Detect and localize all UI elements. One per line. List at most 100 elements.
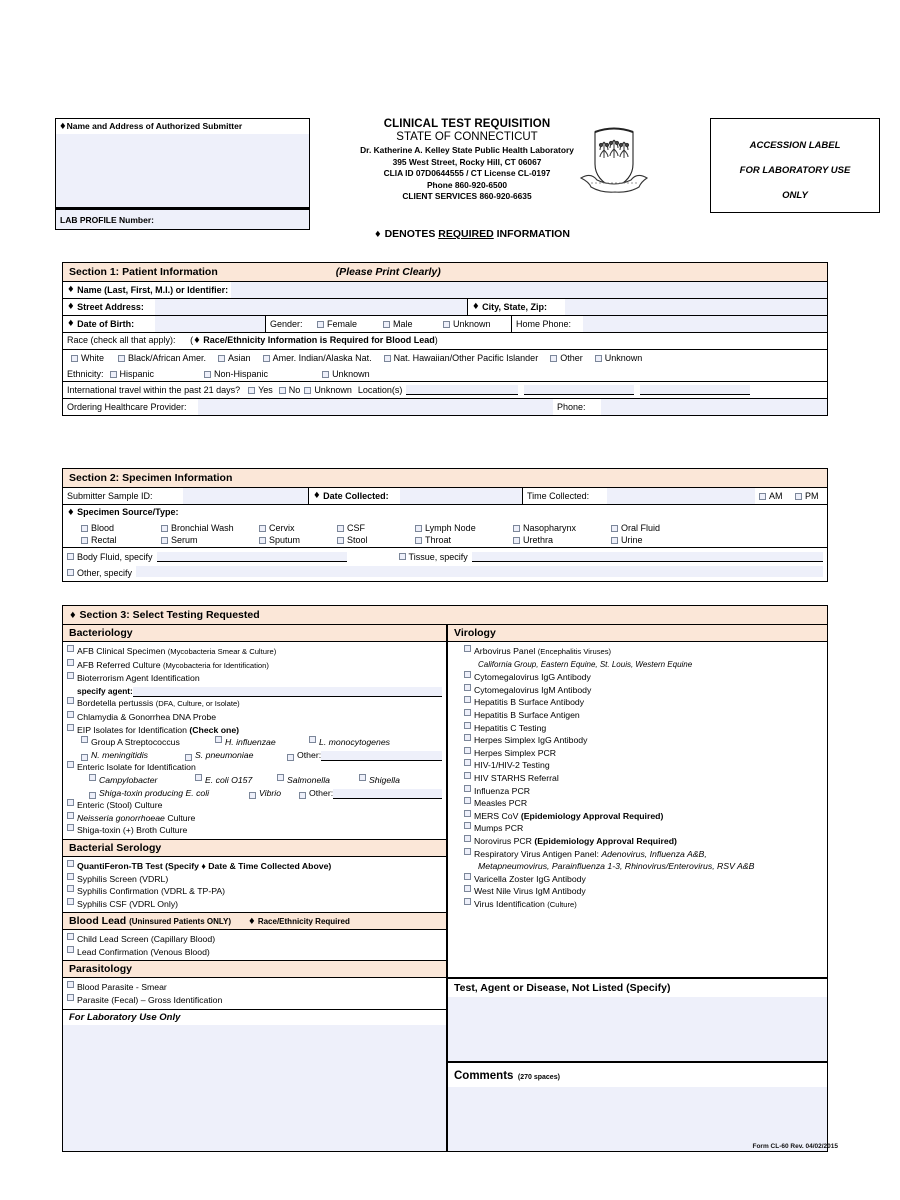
test-syphilis-csf[interactable]: Syphilis CSF (VDRL Only) — [67, 897, 442, 911]
test-syphilis-screen[interactable]: Syphilis Screen (VDRL) — [67, 872, 442, 886]
location-input-3[interactable] — [640, 385, 751, 395]
checkbox-icon[interactable] — [795, 492, 802, 500]
ethnicity-option-non-hispanic[interactable]: Non-Hispanic — [204, 369, 322, 379]
test-hsv-pcr[interactable]: Herpes Simplex PCR — [464, 746, 823, 760]
specimen-nasopharynx[interactable]: Nasopharynx — [513, 523, 611, 533]
street-address-input[interactable] — [155, 299, 467, 315]
checkbox-icon[interactable] — [67, 672, 74, 680]
checkbox-icon[interactable] — [161, 524, 168, 532]
specimen-csf[interactable]: CSF — [337, 523, 415, 533]
checkbox-icon[interactable] — [67, 859, 74, 867]
checkbox-icon[interactable] — [464, 708, 471, 716]
test-chlamydia-gonorrhea-dna-probe[interactable]: Chlamydia & Gonorrhea DNA Probe — [67, 710, 442, 724]
checkbox-icon[interactable] — [67, 897, 74, 905]
test-measles-pcr[interactable]: Measles PCR — [464, 797, 823, 810]
checkbox-icon[interactable] — [299, 792, 306, 800]
checkbox-icon[interactable] — [67, 697, 74, 705]
test-parasite-fecal-gross-id[interactable]: Parasite (Fecal) – Gross Identification — [67, 994, 442, 1007]
specimen-bronchial-wash[interactable]: Bronchial Wash — [161, 523, 259, 533]
checkbox-icon[interactable] — [513, 536, 520, 544]
checkbox-icon[interactable] — [550, 354, 558, 362]
checkbox-icon[interactable] — [464, 645, 471, 652]
other-specify-option[interactable]: Other, specify — [67, 566, 132, 579]
checkbox-icon[interactable] — [464, 683, 471, 691]
checkbox-icon[interactable] — [67, 981, 74, 989]
test-syphilis-confirmation[interactable]: Syphilis Confirmation (VDRL & TP-PA) — [67, 885, 442, 898]
not-listed-input[interactable] — [448, 997, 827, 1062]
test-afb-referred-culture[interactable]: AFB Referred Culture (Mycobacteria for I… — [67, 658, 442, 673]
checkbox-icon[interactable] — [322, 370, 330, 378]
test-hiv-starhs-referral[interactable]: HIV STARHS Referral — [464, 771, 823, 785]
specimen-sputum[interactable]: Sputum — [259, 535, 337, 545]
time-am-option[interactable]: AM — [755, 488, 791, 504]
checkbox-icon[interactable] — [464, 771, 471, 779]
checkbox-icon[interactable] — [443, 320, 450, 328]
ethnicity-option-unknown[interactable]: Unknown — [322, 369, 370, 379]
test-eip-isolates[interactable]: EIP Isolates for Identification (Check o… — [67, 723, 442, 737]
checkbox-icon[interactable] — [309, 736, 316, 744]
checkbox-icon[interactable] — [89, 792, 96, 800]
checkbox-icon[interactable] — [81, 524, 88, 532]
travel-option-unknown[interactable]: Unknown — [304, 385, 358, 395]
test-varicella-zoster-igg[interactable]: Varicella Zoster IgG Antibody — [464, 872, 823, 886]
checkbox-icon[interactable] — [67, 645, 74, 652]
specimen-lymph-node[interactable]: Lymph Node — [415, 523, 513, 533]
checkbox-icon[interactable] — [383, 320, 390, 328]
gender-option-male[interactable]: Male — [379, 316, 439, 332]
checkbox-icon[interactable] — [67, 945, 74, 953]
enteric-campylobacter[interactable]: Campylobacter — [99, 774, 195, 787]
test-quantiferon-tb[interactable]: QuantiFeron-TB Test (Specify ♦ Date & Ti… — [67, 859, 442, 873]
checkbox-icon[interactable] — [287, 754, 294, 762]
comments-input[interactable] — [448, 1087, 827, 1151]
checkbox-icon[interactable] — [415, 536, 422, 544]
checkbox-icon[interactable] — [81, 754, 88, 762]
specimen-urine[interactable]: Urine — [611, 535, 643, 545]
checkbox-icon[interactable] — [759, 492, 766, 500]
checkbox-icon[interactable] — [81, 736, 88, 744]
checkbox-icon[interactable] — [464, 872, 471, 880]
eip-group-a-strep[interactable]: Group A Streptococcus — [91, 736, 215, 749]
test-enteric-stool-culture[interactable]: Enteric (Stool) Culture — [67, 799, 442, 812]
test-lead-confirmation[interactable]: Lead Confirmation (Venous Blood) — [67, 945, 442, 959]
race-option-other[interactable]: Other — [550, 353, 595, 363]
travel-option-yes[interactable]: Yes — [248, 385, 279, 395]
checkbox-icon[interactable] — [337, 524, 344, 532]
specimen-cervix[interactable]: Cervix — [259, 523, 337, 533]
specimen-blood[interactable]: Blood — [81, 523, 161, 533]
submitter-name-address-field[interactable]: ♦Name and Address of Authorized Submitte… — [55, 118, 310, 208]
body-fluid-option[interactable]: Body Fluid, specify — [67, 552, 153, 562]
checkbox-icon[interactable] — [259, 536, 266, 544]
checkbox-icon[interactable] — [67, 658, 74, 666]
test-west-nile-igm[interactable]: West Nile Virus IgM Antibody — [464, 885, 823, 898]
city-state-zip-input[interactable] — [565, 299, 827, 315]
test-child-lead-screen[interactable]: Child Lead Screen (Capillary Blood) — [67, 933, 442, 946]
checkbox-icon[interactable] — [67, 885, 74, 893]
date-collected-input[interactable] — [400, 488, 522, 504]
checkbox-icon[interactable] — [398, 553, 406, 560]
checkbox-icon[interactable] — [464, 784, 471, 792]
enteric-shiga-toxin-ecoli[interactable]: Shiga-toxin producing E. coli — [99, 787, 249, 800]
checkbox-icon[interactable] — [262, 354, 270, 362]
provider-phone-input[interactable] — [601, 399, 827, 415]
checkbox-icon[interactable] — [81, 536, 88, 544]
race-option-white[interactable]: White — [67, 353, 118, 363]
checkbox-icon[interactable] — [67, 994, 74, 1002]
checkbox-icon[interactable] — [464, 759, 471, 767]
specimen-stool[interactable]: Stool — [337, 535, 415, 545]
checkbox-icon[interactable] — [67, 710, 74, 718]
tissue-option[interactable]: Tissue, specify — [347, 552, 468, 562]
checkbox-icon[interactable] — [464, 721, 471, 729]
checkbox-icon[interactable] — [218, 354, 226, 362]
other-specify-input[interactable] — [136, 566, 823, 577]
eip-h-influenzae[interactable]: H. influenzae — [225, 736, 309, 749]
test-hep-b-surface-antibody[interactable]: Hepatitis B Surface Antibody — [464, 696, 823, 709]
gender-option-unknown[interactable]: Unknown — [439, 316, 511, 332]
test-blood-parasite-smear[interactable]: Blood Parasite - Smear — [67, 981, 442, 994]
test-cmv-igg[interactable]: Cytomegalovirus IgG Antibody — [464, 671, 823, 684]
checkbox-icon[interactable] — [594, 354, 602, 362]
checkbox-icon[interactable] — [67, 933, 74, 941]
race-option-black[interactable]: Black/African Amer. — [118, 353, 218, 363]
checkbox-icon[interactable] — [248, 386, 256, 394]
checkbox-icon[interactable] — [249, 792, 256, 800]
checkbox-icon[interactable] — [67, 799, 74, 807]
